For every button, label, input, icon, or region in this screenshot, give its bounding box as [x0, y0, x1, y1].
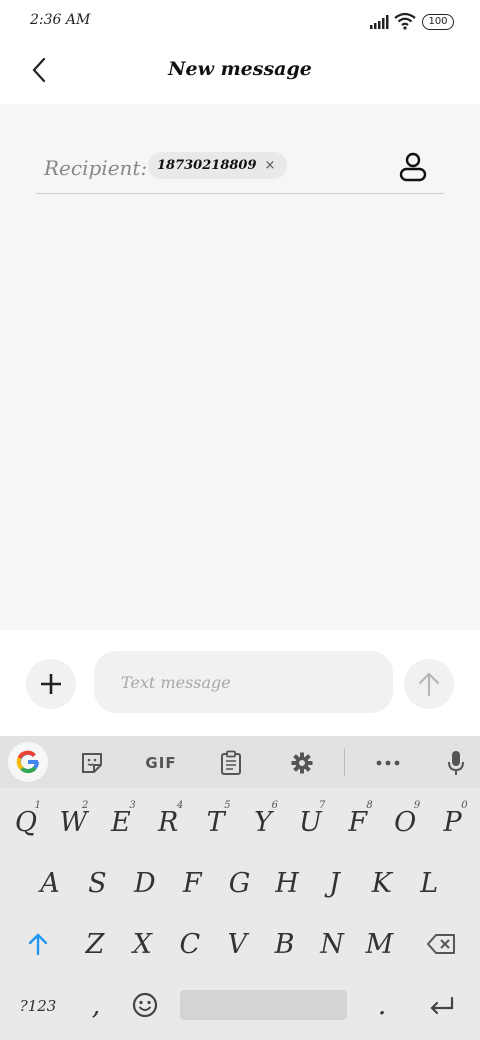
person-icon[interactable]: [398, 152, 428, 182]
key-m-label: M: [365, 928, 394, 960]
recipient-label: Recipient:: [44, 156, 148, 180]
key-n[interactable]: N: [309, 919, 355, 969]
symbols-key[interactable]: ?123: [14, 988, 62, 1024]
key-s-label: S: [88, 867, 107, 899]
toolbar-divider: [344, 748, 345, 776]
key-a-label: A: [40, 867, 60, 899]
key-w[interactable]: W2: [50, 797, 96, 847]
key-e[interactable]: E3: [98, 797, 144, 847]
key-x-label: X: [132, 928, 152, 960]
key-f[interactable]: F8: [335, 797, 381, 847]
enter-icon: [430, 996, 454, 1015]
emoji-key[interactable]: [125, 986, 165, 1024]
smiley-icon: [132, 992, 158, 1018]
key-q-label: Q: [14, 806, 38, 838]
key-u[interactable]: U7: [287, 797, 333, 847]
key-t-label: T: [206, 806, 225, 838]
battery-indicator: 100: [422, 14, 454, 30]
key-p-hint: 0: [461, 800, 468, 811]
remove-recipient-icon[interactable]: ×: [265, 158, 276, 173]
mic-icon[interactable]: [436, 746, 476, 780]
key-f-hint: 8: [366, 800, 373, 811]
key-y-label: Y: [254, 806, 272, 838]
key-e-hint: 3: [129, 800, 136, 811]
key-u-hint: 7: [319, 800, 326, 811]
key-o[interactable]: O9: [382, 797, 428, 847]
attach-button[interactable]: [26, 659, 76, 709]
key-d[interactable]: D: [122, 858, 168, 908]
key-z-label: Z: [85, 928, 105, 960]
signal-icon: [370, 15, 389, 29]
wifi-icon: [394, 12, 416, 30]
key-l-label: L: [420, 867, 439, 899]
sticker-icon[interactable]: [72, 746, 112, 780]
key-o-hint: 9: [413, 800, 421, 811]
plus-icon: [41, 674, 61, 694]
key-y-hint: 6: [271, 800, 278, 811]
space-key[interactable]: [180, 990, 347, 1020]
period-key[interactable]: .: [362, 985, 402, 1025]
key-j-label: J: [328, 867, 340, 899]
recipient-area: [0, 104, 480, 630]
key-k-label: K: [371, 867, 392, 899]
key-d-label: D: [133, 867, 156, 899]
message-input[interactable]: [94, 651, 393, 713]
key-o-label: O: [394, 806, 417, 838]
key-f-label: F: [348, 806, 368, 838]
key-f-label: F: [182, 867, 202, 899]
recipient-chip-number: 18730218809: [157, 158, 257, 173]
send-button[interactable]: [404, 659, 454, 709]
key-b-label: B: [274, 928, 295, 960]
key-c[interactable]: C: [167, 919, 213, 969]
key-c-label: C: [179, 928, 201, 960]
key-y[interactable]: Y6: [240, 797, 286, 847]
key-w-label: W: [59, 806, 88, 838]
key-s[interactable]: S: [74, 858, 120, 908]
key-p[interactable]: P0: [430, 797, 476, 847]
google-icon[interactable]: [8, 742, 48, 782]
clipboard-icon[interactable]: [210, 746, 252, 780]
key-h-label: H: [275, 867, 299, 899]
key-r[interactable]: R4: [145, 797, 191, 847]
key-n-label: N: [320, 928, 344, 960]
gear-icon[interactable]: [282, 746, 322, 780]
key-t[interactable]: T5: [193, 797, 239, 847]
key-v-label: V: [227, 928, 247, 960]
key-u-label: U: [299, 806, 322, 838]
arrow-up-icon: [418, 672, 440, 697]
key-z[interactable]: Z: [72, 919, 118, 969]
key-f[interactable]: F: [169, 858, 215, 908]
key-b[interactable]: B: [262, 919, 308, 969]
key-l[interactable]: L: [406, 858, 452, 908]
key-h[interactable]: H: [264, 858, 310, 908]
comma-key[interactable]: ,: [76, 985, 116, 1025]
key-q-hint: 1: [34, 800, 41, 811]
key-w-hint: 2: [82, 800, 89, 811]
key-g[interactable]: G: [217, 858, 263, 908]
key-r-label: R: [158, 806, 179, 838]
shift-key[interactable]: [14, 920, 62, 968]
key-r-hint: 4: [176, 800, 184, 811]
status-time: 2:36 AM: [30, 12, 91, 28]
recipient-divider: [36, 193, 444, 194]
page-title: New message: [168, 58, 312, 80]
gif-button[interactable]: GIF: [138, 746, 184, 780]
key-t-hint: 5: [224, 800, 231, 811]
shift-arrow-icon: [28, 933, 48, 956]
recipient-chip[interactable]: 18730218809 ×: [148, 152, 288, 179]
enter-key[interactable]: [420, 988, 464, 1024]
key-a[interactable]: A: [27, 858, 73, 908]
key-e-label: E: [110, 806, 131, 838]
key-k[interactable]: K: [359, 858, 405, 908]
key-q[interactable]: Q1: [3, 797, 49, 847]
key-g-label: G: [228, 867, 251, 899]
more-icon[interactable]: [368, 746, 408, 780]
key-x[interactable]: X: [119, 919, 165, 969]
backspace-key[interactable]: [416, 920, 468, 968]
key-p-label: P: [443, 806, 462, 838]
key-v[interactable]: V: [214, 919, 260, 969]
backspace-icon: [427, 934, 455, 954]
key-m[interactable]: M: [356, 919, 402, 969]
key-j[interactable]: J: [311, 858, 357, 908]
